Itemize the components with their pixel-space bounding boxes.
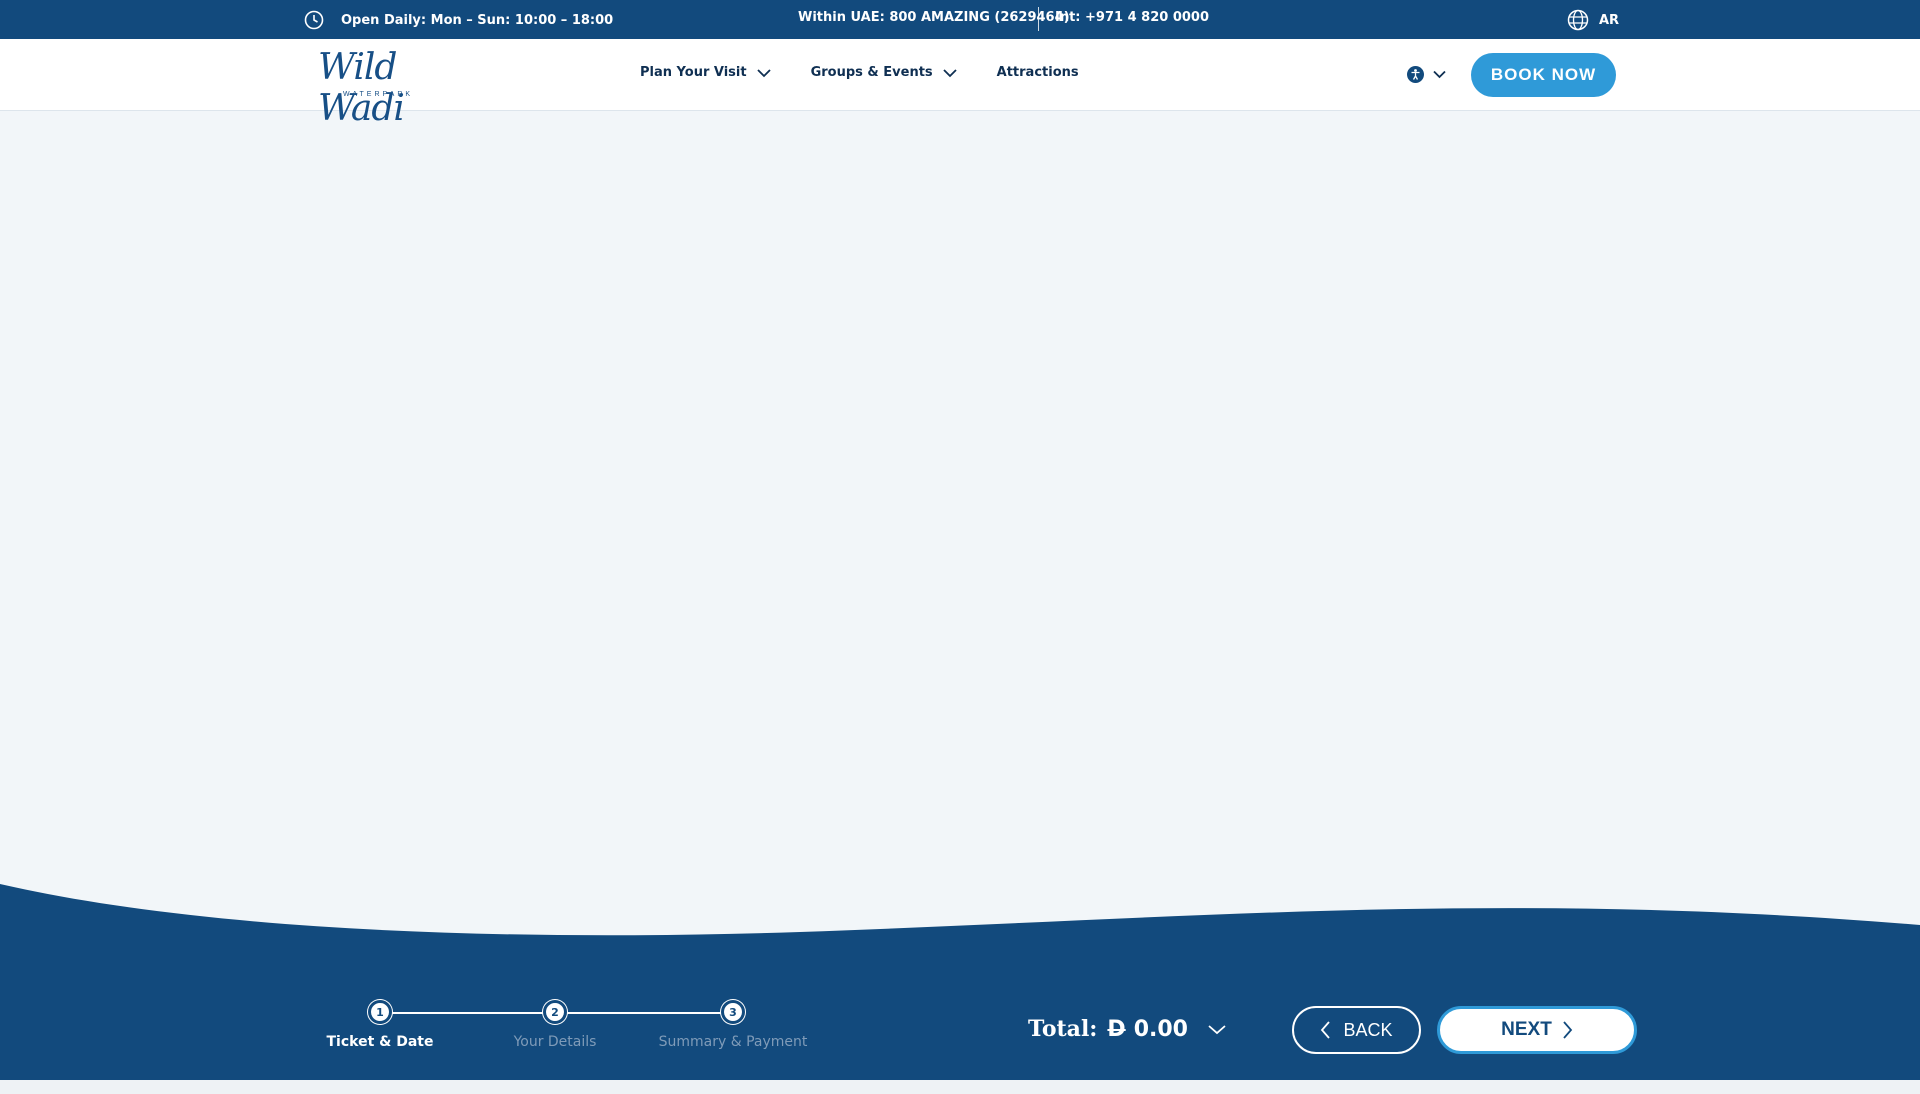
logo[interactable]: Wild Wadi WATERPARK <box>316 47 436 129</box>
chevron-down-icon <box>943 68 957 77</box>
step-label: Your Details <box>513 1034 597 1050</box>
logo-subtitle: WATERPARK <box>343 91 414 98</box>
language-switch[interactable]: AR <box>1567 9 1619 31</box>
step-number: 2 <box>543 1000 567 1024</box>
step-ticket-date[interactable]: 1 Ticket & Date <box>290 1000 470 1050</box>
nav-label: Attractions <box>996 65 1079 80</box>
next-label: NEXT <box>1501 1019 1552 1040</box>
chevron-down-icon <box>1433 70 1446 79</box>
top-info-bar: Open Daily: Mon – Sun: 10:00 – 18:00 Wit… <box>0 0 1920 39</box>
step-label: Ticket & Date <box>326 1034 434 1050</box>
opening-hours-text: Open Daily: Mon – Sun: 10:00 – 18:00 <box>341 12 614 28</box>
accessibility-icon <box>1407 66 1424 83</box>
intl-phone-link[interactable]: Int: +971 4 820 0000 <box>1055 10 1209 25</box>
chevron-right-icon <box>1563 1021 1573 1039</box>
chevron-left-icon <box>1321 1021 1331 1039</box>
globe-icon <box>1567 9 1589 31</box>
nav-attractions[interactable]: Attractions <box>997 65 1079 80</box>
nav-label: Plan Your Visit <box>640 65 747 80</box>
total-amount: 0.00 <box>1133 1016 1188 1042</box>
clock-icon <box>304 10 324 30</box>
back-button[interactable]: BACK <box>1292 1006 1421 1054</box>
uae-phone-link[interactable]: Within UAE: 800 AMAZING (2629464) <box>798 10 1070 25</box>
booking-stepper: 1 Ticket & Date 2 Your Details 3 Summary… <box>327 1000 808 1060</box>
chevron-down-icon <box>756 68 771 77</box>
chevron-down-icon <box>1208 1024 1226 1034</box>
logo-script: Wild Wadi <box>318 47 405 129</box>
divider <box>1038 7 1039 31</box>
main-header: Wild Wadi WATERPARK Plan Your Visit Grou… <box>0 39 1920 129</box>
language-label: AR <box>1599 12 1620 28</box>
total-label: Total: <box>1028 1016 1098 1042</box>
footer-wave <box>0 884 1920 1080</box>
back-label: BACK <box>1343 1019 1393 1040</box>
total-summary[interactable]: Total: D 0.00 <box>1028 1016 1226 1042</box>
nav-label: Groups & Events <box>810 65 933 80</box>
book-now-button[interactable]: BOOK NOW <box>1471 53 1616 97</box>
next-button[interactable]: NEXT <box>1437 1006 1637 1054</box>
bottom-strip <box>0 1080 1920 1094</box>
main-nav: Plan Your Visit Groups & Events Attracti… <box>640 65 1119 80</box>
step-number: 1 <box>368 1000 392 1024</box>
accessibility-menu[interactable] <box>1407 66 1446 83</box>
step-summary-payment[interactable]: 3 Summary & Payment <box>643 1000 823 1050</box>
step-number: 3 <box>721 1000 745 1024</box>
nav-plan-your-visit[interactable]: Plan Your Visit <box>640 65 771 80</box>
step-your-details[interactable]: 2 Your Details <box>465 1000 645 1050</box>
currency-symbol: D <box>1107 1016 1126 1042</box>
nav-groups-events[interactable]: Groups & Events <box>811 65 957 80</box>
opening-hours: Open Daily: Mon – Sun: 10:00 – 18:00 <box>304 10 613 30</box>
step-label: Summary & Payment <box>658 1034 808 1050</box>
